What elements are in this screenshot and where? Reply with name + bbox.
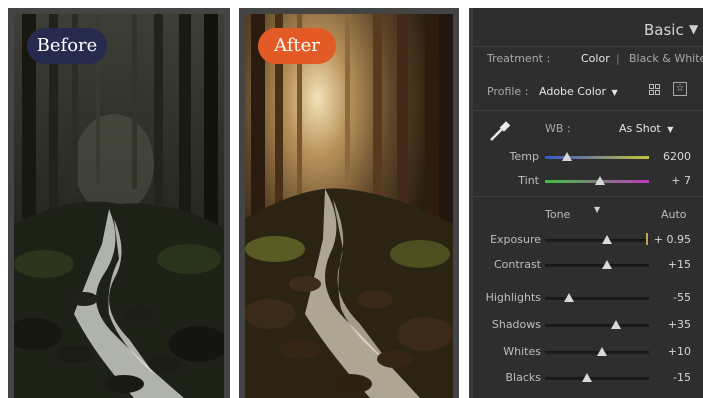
tint-label: Tint [518,174,539,187]
before-photo [14,14,224,398]
temp-slider-track[interactable] [545,156,649,159]
temp-value[interactable]: 6200 [651,150,691,163]
basic-panel: Basic ▼ Treatment : Color | Black & Whit… [469,8,703,398]
contrast-slider-track[interactable] [545,264,649,267]
wb-value: As Shot [619,122,661,135]
exposure-slider-track[interactable] [545,239,649,242]
whites-slider-thumb[interactable] [597,347,608,356]
treatment-divider: | [616,52,620,65]
shadows-slider-track[interactable] [545,324,649,327]
blacks-slider-thumb[interactable] [581,373,592,382]
temp-slider-thumb[interactable] [561,152,572,161]
before-forest-stream-image [14,14,224,398]
favorite-star-icon[interactable]: ☆ [673,82,687,96]
treatment-bw-option[interactable]: Black & White [629,52,703,65]
after-forest-stream-image [245,14,453,398]
tint-value[interactable]: + 7 [651,174,691,187]
highlights-slider-track[interactable] [545,297,649,300]
tint-slider-thumb[interactable] [595,176,606,185]
contrast-label: Contrast [493,258,541,271]
dropdown-arrow-icon: ▼ [611,88,618,97]
shadows-label: Shadows [491,318,541,331]
after-label-pill: After [258,28,336,64]
profile-dropdown[interactable]: Adobe Color ▼ [539,85,618,98]
exposure-clipping-marker [646,233,648,245]
after-photo-frame [239,8,459,398]
wb-label: WB : [545,122,571,135]
blacks-value[interactable]: -15 [651,371,691,384]
highlights-label: Highlights [485,291,541,304]
treatment-color-option[interactable]: Color [581,52,610,65]
blacks-label: Blacks [505,371,542,384]
shadows-value[interactable]: +35 [651,318,691,331]
tone-auto-button[interactable]: Auto [661,208,687,221]
collapse-triangle-icon[interactable]: ▼ [689,22,698,36]
profile-value: Adobe Color [539,85,607,98]
exposure-label: Exposure [490,233,541,246]
contrast-value[interactable]: +15 [651,258,691,271]
temp-label: Temp [509,150,539,163]
exposure-slider-thumb[interactable] [602,235,613,244]
wb-eyedropper-icon[interactable] [487,118,513,144]
whites-label: Whites [503,345,541,358]
before-photo-frame [8,8,230,398]
highlights-value[interactable]: -55 [651,291,691,304]
panel-title[interactable]: Basic [644,21,684,39]
profile-browser-grid-icon[interactable] [649,84,660,95]
dropdown-arrow-icon: ▼ [667,125,674,134]
wb-dropdown[interactable]: As Shot ▼ [619,122,673,135]
highlights-slider-thumb[interactable] [563,293,574,302]
tone-dropdown-arrow-icon[interactable]: ▼ [594,205,600,214]
blacks-slider-track[interactable] [545,377,649,380]
treatment-label: Treatment : [487,52,551,65]
whites-value[interactable]: +10 [651,345,691,358]
contrast-slider-thumb[interactable] [602,260,613,269]
profile-label: Profile : [487,85,529,98]
after-photo [245,14,453,398]
shadows-slider-thumb[interactable] [610,320,621,329]
before-label-pill: Before [27,28,107,64]
exposure-value[interactable]: + 0.95 [651,233,691,246]
tone-label: Tone [545,208,571,221]
